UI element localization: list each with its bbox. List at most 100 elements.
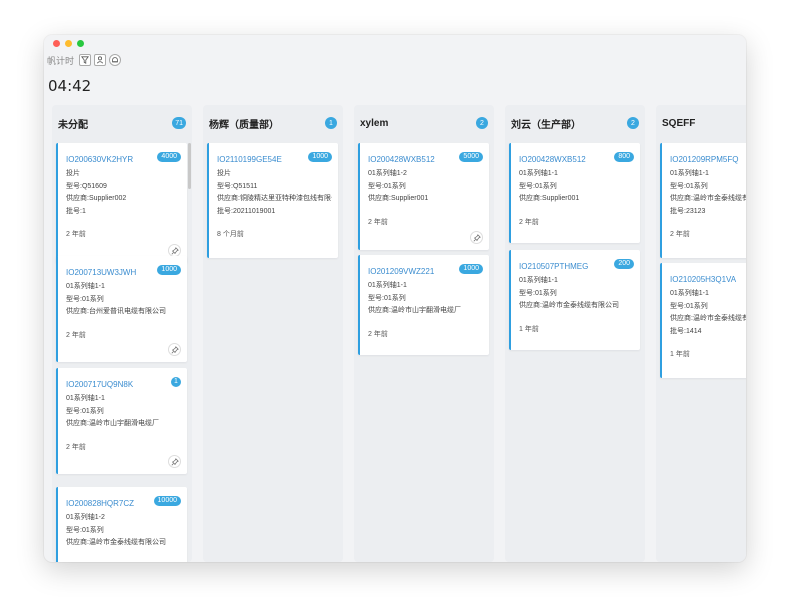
card-detail-line: 01系列轴1-1 — [368, 282, 407, 289]
card-detail-line: 01系列轴1-1 — [519, 170, 558, 177]
column-header: 未分配 71 — [52, 105, 192, 141]
card-detail-line: 供应商:温岭市山宇翻滑电缆厂 — [368, 307, 461, 314]
card-id-link[interactable]: IO201209RPM5FQ — [670, 155, 746, 164]
task-card[interactable]: IO210205H3Q1VA 01系列轴1-1 型号:01系列供应商:温岭市金泰线缆… — [660, 263, 746, 378]
elapsed-timer: 04:42 — [48, 77, 92, 95]
card-detail-line: 投片 — [217, 170, 231, 177]
task-card[interactable]: IO200717UQ9N8K 1 01系列轴1-1 型号:01系列供应商:温岭市山宇翻… — [56, 368, 187, 474]
column-sqeff: SQEFF IO201209RPM5FQ 01系列轴1-1 型号:01系列 供应商:温岭… — [656, 105, 746, 562]
quantity-badge: 1000 — [157, 265, 181, 275]
bell-icon[interactable] — [109, 54, 122, 66]
maximize-window-button[interactable] — [77, 40, 84, 47]
column-xylem: xylem 2 IO200428WXB512 5000 01系列轴1-2 型号:01系列供… — [354, 105, 494, 562]
quantity-badge: 1 — [171, 377, 181, 387]
card-detail-line: 01系列轴1-2 — [66, 514, 105, 521]
card-timestamp: 1 年前 — [670, 351, 690, 358]
task-card[interactable]: IO200428WXB512 5000 01系列轴1-2 型号:01系列 供应商:Sup… — [358, 143, 489, 250]
card-detail-line: 供应商:温岭市金泰线缆有限公司 — [66, 539, 166, 546]
pin-icon[interactable] — [168, 455, 181, 468]
filter-icon[interactable] — [79, 54, 92, 66]
card-detail-line: 01系列轴1-1 — [66, 395, 105, 402]
task-card[interactable]: IO200630VK2HYR 4000 投片 型号:Q51609 供应商:Supplie… — [56, 143, 187, 263]
minimize-window-button[interactable] — [65, 40, 72, 47]
task-card[interactable]: IO201209RPM5FQ 01系列轴1-1 型号:01系列供应商:温岭市金泰线缆… — [660, 143, 746, 258]
task-card[interactable]: IO2110199GE54E 1000 投片 型号:Q51511 供应商:铜陵精达里亚特… — [207, 143, 338, 258]
column-title: 刘云（生产部） — [511, 119, 581, 131]
card-detail-line: 型号:01系列 — [368, 294, 406, 302]
card-detail-line: 型号:01系列 — [670, 302, 708, 310]
card-timestamp: 2 年前 — [368, 218, 388, 226]
column-count-badge: 2 — [627, 117, 639, 129]
task-card[interactable]: IO200428WXB512 800 01系列轴1-1 型号:01系列 供应商:Supp… — [509, 143, 640, 243]
card-detail-line: 01系列轴1-1 — [670, 290, 709, 297]
card-timestamp: 2 年前 — [66, 443, 86, 451]
kanban-board: 未分配 71 IO200630VK2HYR 4000 投片 型号:Q51609 供应商:Su… — [52, 105, 746, 562]
card-detail-line: 01系列轴1-1 — [66, 283, 105, 290]
card-detail-line: 批号:23123 — [670, 207, 706, 215]
card-detail-line: 批号:1414 — [670, 327, 702, 335]
card-id-link[interactable]: IO210205H3Q1VA — [670, 275, 746, 284]
card-detail-line: 投片 — [66, 170, 80, 177]
card-detail-line: 型号:01系列 — [66, 407, 104, 415]
column-count-badge: 71 — [172, 117, 186, 129]
task-card[interactable]: IO210507PTHMEG 200 01系列轴1-1 型号:01系列 供应商:温岭市金… — [509, 250, 640, 350]
card-id-link[interactable]: IO200717UQ9N8K — [66, 380, 181, 389]
card-detail-line: 批号:20211019001 — [217, 207, 276, 215]
card-detail-line: 型号:01系列 — [519, 289, 557, 297]
card-detail-line: 型号:01系列 — [368, 182, 406, 190]
column-yanghui: 杨辉（质量部） 1 IO2110199GE54E 1000 投片 型号:Q51511 供应商… — [203, 105, 343, 562]
card-timestamp: 2 年前 — [519, 218, 539, 226]
card-timestamp: 2 年前 — [66, 231, 86, 238]
task-card[interactable]: IO200713UW3JWH 1000 01系列轴1-1 型号:01系列 供应商:台州爱… — [56, 256, 187, 362]
quantity-badge: 4000 — [157, 152, 181, 162]
card-detail-line: 型号:Q51511 — [217, 182, 258, 190]
column-unassigned: 未分配 71 IO200630VK2HYR 4000 投片 型号:Q51609 供应商:Su… — [52, 105, 192, 562]
card-detail-line: 供应商:温岭市山宇翻滑电缆厂 — [66, 420, 159, 427]
column-scrollbar[interactable] — [188, 143, 191, 189]
column-header: SQEFF — [656, 105, 746, 141]
column-header: 杨辉（质量部） 1 — [203, 105, 343, 141]
card-timestamp: 2 年前 — [368, 330, 388, 338]
quantity-badge: 1000 — [459, 264, 483, 274]
card-detail-line: 供应商:Supplier002 — [66, 195, 127, 202]
column-liuyun: 刘云（生产部） 2 IO200428WXB512 800 01系列轴1-1 型号:01系列… — [505, 105, 645, 562]
column-title: 未分配 — [58, 119, 88, 131]
card-timestamp: 2 年前 — [66, 331, 86, 339]
card-detail-line: 型号:01系列 — [519, 182, 557, 190]
card-timestamp: 8 个月前 — [217, 231, 244, 238]
card-detail-line: 供应商:台州爱普讯电缆有限公司 — [66, 308, 166, 315]
card-detail-line: 01系列轴1-1 — [519, 277, 558, 284]
close-window-button[interactable] — [53, 40, 60, 47]
window-controls — [53, 40, 84, 47]
column-title: xylem — [360, 117, 389, 129]
toolbar-label: 帆计时 — [47, 55, 75, 66]
task-card[interactable]: IO200828HQR7CZ 10000 01系列轴1-2 型号:01系列 供应商:温岭… — [56, 487, 187, 562]
card-detail-line: 供应商:Supplier001 — [368, 195, 429, 202]
card-detail-line: 供应商:温岭市金泰线缆有限公 — [670, 315, 746, 322]
app-window: 帆计时 04:42 未分配 71 IO200630VK2HYR 4000 投片 型号:Q5… — [44, 35, 746, 562]
column-count-badge: 1 — [325, 117, 337, 129]
user-icon[interactable] — [94, 54, 107, 66]
column-header: xylem 2 — [354, 105, 494, 141]
card-detail-line: 供应商:温岭市金泰线缆有限公司 — [519, 302, 619, 309]
card-detail-line: 01系列轴1-1 — [670, 170, 709, 177]
column-title: SQEFF — [662, 117, 696, 129]
pin-icon[interactable] — [470, 231, 483, 244]
card-timestamp: 1 年前 — [519, 325, 539, 333]
card-detail-line: 型号:01系列 — [66, 526, 104, 534]
toolbar: 帆计时 — [47, 53, 122, 67]
quantity-badge: 5000 — [459, 152, 483, 162]
card-detail-line: 供应商:铜陵精达里亚特种漆包线有限公司 — [217, 195, 332, 202]
card-detail-line: 01系列轴1-2 — [368, 170, 407, 177]
task-card[interactable]: IO201209VWZ221 1000 01系列轴1-1 型号:01系列 供应商:温岭市… — [358, 255, 489, 355]
card-detail-line: 型号:01系列 — [66, 295, 104, 303]
column-title: 杨辉（质量部） — [209, 119, 279, 131]
pin-icon[interactable] — [168, 343, 181, 356]
quantity-badge: 10000 — [153, 496, 181, 506]
quantity-badge: 1000 — [308, 152, 332, 162]
quantity-badge: 800 — [614, 152, 634, 162]
card-detail-line: 供应商:温岭市金泰线缆有限公 — [670, 195, 746, 202]
column-count-badge: 2 — [476, 117, 488, 129]
card-detail-line: 型号:01系列 — [670, 182, 708, 190]
card-detail-line: 供应商:Supplier001 — [519, 195, 580, 202]
